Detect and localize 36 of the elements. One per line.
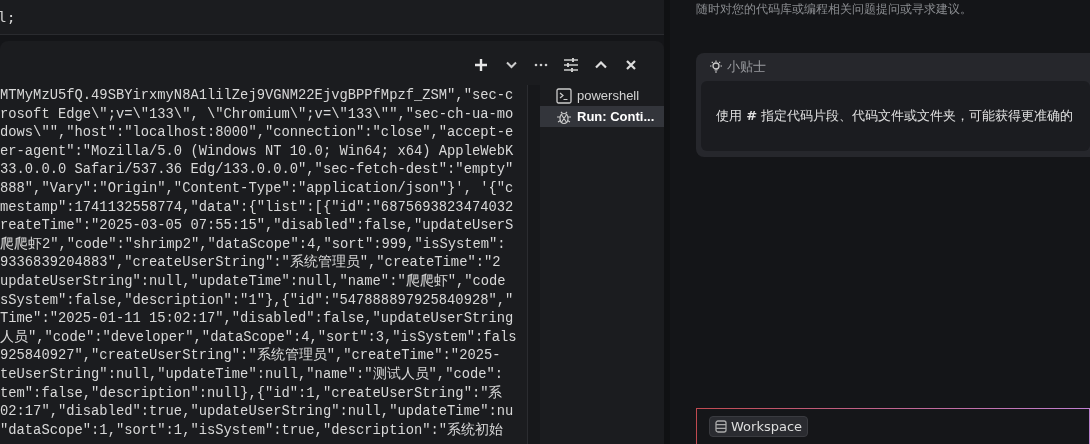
terminal-icon — [556, 87, 572, 104]
terminal-output-line: dows\"","host":"localhost:8000","connection":"close","accept-e — [0, 124, 514, 143]
terminal-output-line: 9336839204883","createUserString":"系统管理员","createTime":"2 — [0, 254, 501, 273]
terminal-output-line: 925840927","createUserString":"系统管理员","createTime":"2025- — [0, 347, 501, 366]
tip-title: 小贴士 — [727, 58, 766, 76]
terminal-output-line: MTMyMzU5fQ.49SBYirxmyN8A1lilZej9VGNM22EjvgBPPfMpzf_ZSM","sec-c — [0, 87, 514, 105]
workspace-chip[interactable]: Workspace — [709, 416, 809, 437]
close-icon — [626, 60, 636, 70]
more-icon — [534, 63, 548, 67]
database-icon — [715, 420, 727, 433]
chevron-up-icon — [595, 61, 607, 69]
code-line: l; — [0, 8, 17, 26]
plus-icon — [474, 58, 488, 72]
settings-icon — [563, 58, 579, 72]
terminal-output-line: 33.0.0.0 Safari/537.36 Edg/133.0.0.0","sec-fetch-dest":"empty" — [0, 161, 514, 180]
terminal-output-line: teUserString":null,"updateTime":null,"name":"测试人员","code": — [0, 365, 504, 384]
terminal-output-line: mestamp":1741132558774,"data":{"list":[{"id":"6875693823474032 — [0, 198, 514, 217]
terminal-session-tab[interactable]: Run: Conti... — [540, 106, 664, 127]
caret-icon — [505, 61, 517, 69]
terminal-output-line: "dataScope":1,"sort":1,"isSystem":true,"description":"系统初始 — [0, 421, 504, 440]
terminal-output-line: 888","Vary":"Origin","Content-Type":"application/json"}', '{"c — [0, 179, 514, 198]
terminal-output-line: er-agent":"Mozilla/5.0 (Windows NT 10.0; Win64; x64) AppleWebK — [0, 142, 514, 161]
assistant-intro-text: 随时对您的代码库或编程相关问题提问或寻求建议。 — [696, 1, 973, 17]
terminal-output-line: updateUserString":null,"updateTime":null,"name":"爬爬虾","code — [0, 272, 506, 291]
terminal-output-line: 02:17","disabled":true,"updateUserString":null,"updateTime":nu — [0, 403, 514, 422]
scrollbar[interactable] — [527, 85, 540, 444]
terminal-output-line: reateTime":"2025-03-05 07:55:15","disabled":false,"updateUserS — [0, 217, 514, 236]
lightbulb-icon — [709, 60, 723, 74]
terminal-output-line: rosoft Edge\";v=\"133\", \"Chromium\";v=\"133\"","sec-ch-ua-mo — [0, 105, 514, 124]
terminal-session-tab[interactable]: powershell — [540, 85, 664, 106]
terminal-output-line: sSystem":false,"description":"1"},{"id":"547888897925840928"," — [0, 291, 514, 310]
terminal-output-line: tem":false,"description":null},{"id":1,"createUserString":"系 — [0, 384, 503, 403]
tip-text: 使用 # 指定代码片段、代码文件或文件夹，可能获得更准确的 — [716, 107, 1074, 125]
terminal-output-line: Time":"2025-01-11 15:02:17","disabled":false,"updateUserString — [0, 310, 514, 329]
terminal-output-line: 爬爬虾2","code":"shrimp2","dataScope":4,"sort":999,"isSystem": — [0, 235, 506, 254]
terminal-output-line: 人员","code":"developer","dataScope":4,"sort":3,"isSystem":fals — [0, 328, 517, 347]
